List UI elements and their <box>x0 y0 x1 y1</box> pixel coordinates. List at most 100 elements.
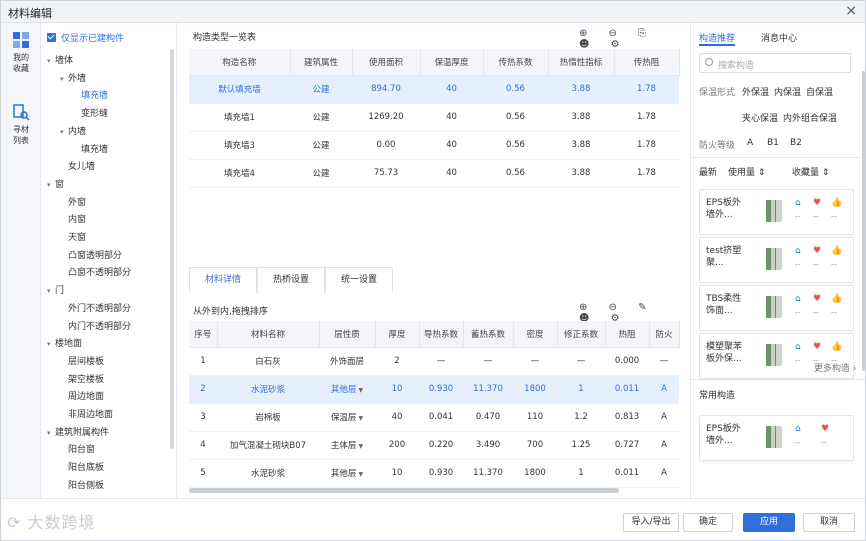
table-row[interactable]: 填充墙1 公建 1269.20 40 0.56 3.88 1.78 <box>189 103 679 132</box>
table-row[interactable]: 默认填充墙 公建 894.70 40 0.56 3.88 1.78 <box>189 75 679 104</box>
home-icon[interactable]: ⌂ <box>795 294 801 304</box>
tree-node[interactable]: 外窗 <box>60 195 86 208</box>
caret-down-icon[interactable]: ▼ <box>358 471 363 478</box>
caret-down-icon[interactable]: ▼ <box>358 415 363 422</box>
heart-icon[interactable]: ♥ <box>813 246 821 256</box>
tab-unified-setting[interactable]: 统一设置 <box>325 267 393 293</box>
table-cell[interactable]: 保温层 ▼ <box>319 403 375 432</box>
heart-icon[interactable]: ♥ <box>821 424 829 434</box>
types-toolbar[interactable]: ⊕ ⊖ ⎘ ☻ ⚙ <box>579 28 685 50</box>
close-icon[interactable]: × <box>845 3 857 19</box>
column-header[interactable]: 导热系数 <box>419 321 464 348</box>
table-row[interactable]: 4 加气混凝土砌块B07 主体层 ▼ 200 0.220 3.490 700 1.25 0.727… <box>189 431 679 460</box>
home-icon[interactable]: ⌂ <box>795 246 801 256</box>
column-header[interactable]: 传热阻 <box>614 49 680 76</box>
tree-node[interactable]: ▾ 外墙 <box>60 71 86 84</box>
tree-node[interactable]: 天窗 <box>60 230 86 243</box>
expand-icon[interactable]: ▾ <box>47 57 55 65</box>
cancel-button[interactable]: 取消 <box>803 513 855 532</box>
tree-node[interactable]: 凸窗透明部分 <box>60 248 122 261</box>
tab-material-detail[interactable]: 材料详情 <box>189 267 257 293</box>
sort-latest[interactable]: 最新 <box>699 165 717 178</box>
tree-node[interactable]: 外门不透明部分 <box>60 301 131 314</box>
expand-icon[interactable]: ▾ <box>60 128 68 136</box>
tree-node[interactable]: 层间楼板 <box>60 354 104 367</box>
expand-icon[interactable]: ▾ <box>47 287 55 295</box>
tree-node[interactable]: 阳台侧板 <box>60 478 104 491</box>
table-cell[interactable]: 其他层 ▼ <box>319 459 375 488</box>
heart-icon[interactable]: ♥ <box>813 342 821 352</box>
table-row[interactable]: 1 白石灰 外饰面层 2 — — — — 0.000 — <box>189 347 679 376</box>
tab-recommend[interactable]: 构造推荐 <box>699 31 735 44</box>
tree-node[interactable]: 周边地面 <box>60 389 104 402</box>
thumb-icon[interactable]: 👍 <box>831 342 842 352</box>
column-header[interactable]: 传热系数 <box>483 49 549 76</box>
tree-node[interactable]: ▾ 楼地面 <box>47 336 82 349</box>
column-header[interactable]: 修正系数 <box>557 321 606 348</box>
tree-node[interactable]: 变形缝 <box>73 106 108 119</box>
sort-favorites[interactable]: 收藏量 ⇕ <box>792 165 829 178</box>
home-icon[interactable]: ⌂ <box>795 198 801 208</box>
sort-usage[interactable]: 使用量 ⇕ <box>728 165 765 178</box>
heart-icon[interactable]: ♥ <box>813 294 821 304</box>
column-header[interactable]: 厚度 <box>375 321 420 348</box>
tree-node[interactable]: 填充墙 <box>73 142 108 155</box>
thumb-icon[interactable]: 👍 <box>831 246 842 256</box>
column-header[interactable]: 热阻 <box>605 321 650 348</box>
column-header[interactable]: 使用面积 <box>352 49 421 76</box>
only-built-checkbox[interactable]: 仅显示已建构件 <box>47 31 124 44</box>
column-header[interactable]: 防火 <box>649 321 680 348</box>
table-row[interactable]: 填充墙3 公建 0.00 40 0.56 3.88 1.78 <box>189 131 679 160</box>
recommend-scrollbar[interactable] <box>862 71 865 371</box>
tree-node[interactable]: 内门不透明部分 <box>60 319 131 332</box>
home-icon[interactable]: ⌂ <box>795 424 801 434</box>
caret-down-icon[interactable]: ▼ <box>358 387 363 394</box>
tree-node[interactable]: 凸窗不透明部分 <box>60 265 131 278</box>
column-header[interactable]: 序号 <box>189 321 218 348</box>
heart-icon[interactable]: ♥ <box>813 198 821 208</box>
tree-node[interactable]: ▾ 门 <box>47 283 64 296</box>
column-header[interactable]: 材料名称 <box>217 321 320 348</box>
tree-node[interactable]: 阳台窗 <box>60 442 95 455</box>
tree-node[interactable]: 填充墙 <box>73 88 108 101</box>
fire-option-b1[interactable]: B1 <box>767 138 779 148</box>
expand-icon[interactable]: ▾ <box>47 340 55 348</box>
tree-node[interactable]: 女儿墙 <box>60 159 95 172</box>
table-row[interactable]: 填充墙4 公建 75.73 40 0.56 3.88 1.78 <box>189 159 679 188</box>
common-card[interactable]: EPS板外 墙外... ⌂ ♥ -- -- <box>699 415 854 461</box>
home-icon[interactable]: ⌂ <box>795 342 801 352</box>
fire-option-b2[interactable]: B2 <box>790 138 802 148</box>
column-header[interactable]: 构造名称 <box>189 49 291 76</box>
layers-scrollbar[interactable] <box>189 488 619 493</box>
form-option-inner[interactable]: 内保温 <box>774 85 801 98</box>
tree-scrollbar[interactable] <box>170 49 174 449</box>
more-link[interactable]: 更多构造 › <box>814 361 856 374</box>
column-header[interactable]: 层性质 <box>319 321 376 348</box>
tree-node[interactable]: 非周边地面 <box>60 407 113 420</box>
form-option-combined[interactable]: 内外组合保温 <box>783 111 837 124</box>
ok-button[interactable]: 确定 <box>683 513 733 532</box>
form-option-sandwich[interactable]: 夹心保温 <box>742 111 778 124</box>
column-header[interactable]: 保温厚度 <box>420 49 484 76</box>
expand-icon[interactable]: ▾ <box>60 75 68 83</box>
caret-down-icon[interactable]: ▼ <box>358 443 363 450</box>
fire-option-a[interactable]: A <box>747 138 753 148</box>
construction-card[interactable]: TBS柔性 饰面... ⌂ -- ♥ -- 👍 -- <box>699 285 854 331</box>
table-cell[interactable]: 外饰面层 <box>319 347 375 376</box>
tab-thermal-bridge[interactable]: 热桥设置 <box>257 267 325 293</box>
tree-node[interactable]: 阳台底板 <box>60 460 104 473</box>
table-cell[interactable]: 主体层 ▼ <box>319 431 375 460</box>
tree-node[interactable]: ▾ 建筑附属构件 <box>47 425 109 438</box>
import-export-button[interactable]: 导入/导出 <box>623 513 679 532</box>
expand-icon[interactable]: ▾ <box>47 181 55 189</box>
material-list-button[interactable]: 寻材 列表 <box>5 103 37 146</box>
thumb-icon[interactable]: 👍 <box>831 294 842 304</box>
table-row[interactable]: 2 水泥砂浆 其他层 ▼ 10 0.930 11.370 1800 1 0.011 A <box>189 375 679 404</box>
search-input[interactable]: 搜索构造 <box>699 53 851 73</box>
tree-node[interactable]: 架空楼板 <box>60 372 104 385</box>
form-option-outer[interactable]: 外保温 <box>742 85 769 98</box>
tab-messages[interactable]: 消息中心 <box>761 31 797 44</box>
table-row[interactable]: 5 水泥砂浆 其他层 ▼ 10 0.930 11.370 1800 1 0.011 A <box>189 459 679 488</box>
expand-icon[interactable]: ▾ <box>47 429 55 437</box>
column-header[interactable]: 蓄热系数 <box>463 321 514 348</box>
